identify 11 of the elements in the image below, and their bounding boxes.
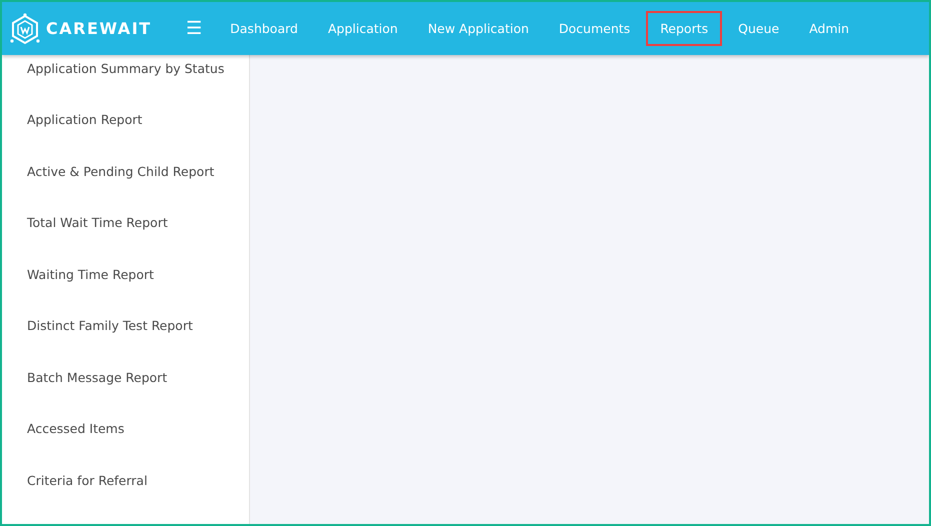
brand-name: CAREWAIT (46, 19, 152, 38)
sidebar-item[interactable]: Active & Pending Child Report (2, 164, 249, 216)
sidebar-item[interactable]: Batch Message Report (2, 370, 249, 422)
sidebar-item[interactable]: Application Summary by Status (2, 61, 249, 112)
sidebar-item[interactable]: Accessed Items (2, 421, 249, 472)
logo-icon (10, 12, 40, 44)
sidebar-item[interactable]: Total Wait Time Report (2, 215, 249, 267)
sidebar-item[interactable]: Criteria for Referral (2, 472, 249, 524)
sidebar-item[interactable]: Waiting Time Report (2, 266, 249, 318)
sidebar-item[interactable]: Application Report (2, 112, 249, 164)
sidebar-item[interactable]: Distinct Family Test Report (2, 318, 249, 370)
